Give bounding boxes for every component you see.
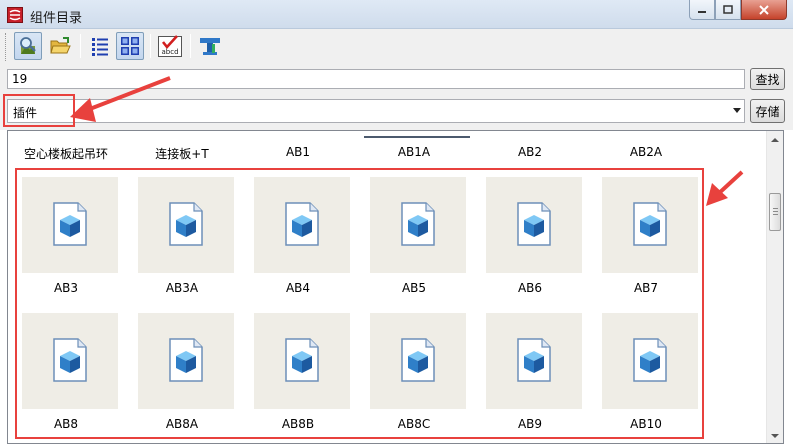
open-folder-button[interactable] [46, 32, 74, 60]
scroll-up-icon[interactable] [771, 138, 779, 142]
category-select[interactable]: 插件 [7, 99, 745, 123]
toolbar-separator [150, 34, 151, 58]
component-label[interactable]: 连接板+T [124, 145, 240, 162]
annotation-box-grid [15, 168, 704, 439]
toolbar-separator [80, 34, 81, 58]
app-icon [7, 7, 23, 23]
open-folder-icon [50, 37, 71, 54]
close-button[interactable] [741, 0, 787, 20]
thumbnail-view-button[interactable] [116, 32, 144, 60]
maximize-icon [723, 5, 733, 14]
component-label[interactable]: AB1 [240, 145, 356, 159]
component-label[interactable]: AB2A [588, 145, 704, 159]
selection-indicator [364, 136, 470, 138]
dropdown-arrow-icon[interactable] [733, 108, 741, 113]
maximize-button[interactable] [715, 0, 741, 20]
component-label[interactable]: AB1A [356, 145, 472, 159]
thumbnail-view-icon [121, 37, 139, 55]
abcd-check-button[interactable]: abcd [156, 32, 184, 60]
component-label[interactable]: AB2 [472, 145, 588, 159]
scroll-down-icon[interactable] [771, 434, 779, 438]
title-bar: 组件目录 [0, 0, 793, 29]
minimize-icon [698, 10, 706, 13]
find-button[interactable]: 查找 [750, 68, 785, 90]
list-view-icon [92, 38, 108, 56]
search-mode-button[interactable] [14, 32, 42, 60]
toolbar-grip[interactable] [5, 33, 8, 61]
toolbar-separator [190, 34, 191, 58]
abcd-checkmark-icon: abcd [158, 35, 182, 57]
close-icon [759, 4, 769, 15]
magnifier-search-icon [20, 37, 36, 54]
svg-text:abcd: abcd [161, 48, 178, 56]
profile-button[interactable] [196, 32, 224, 60]
list-view-button[interactable] [86, 32, 114, 60]
window-title: 组件目录 [30, 11, 83, 26]
steel-beam-icon [200, 38, 220, 55]
scrollbar-thumb[interactable] [769, 193, 781, 231]
window-controls [689, 0, 787, 21]
search-input[interactable] [7, 69, 745, 89]
annotation-box-category [3, 94, 75, 127]
minimize-button[interactable] [689, 0, 715, 20]
vertical-scrollbar[interactable] [766, 131, 783, 443]
save-button[interactable]: 存储 [750, 99, 785, 123]
toolbar: abcd [0, 29, 793, 65]
component-label[interactable]: 空心楼板起吊环 [8, 145, 124, 162]
